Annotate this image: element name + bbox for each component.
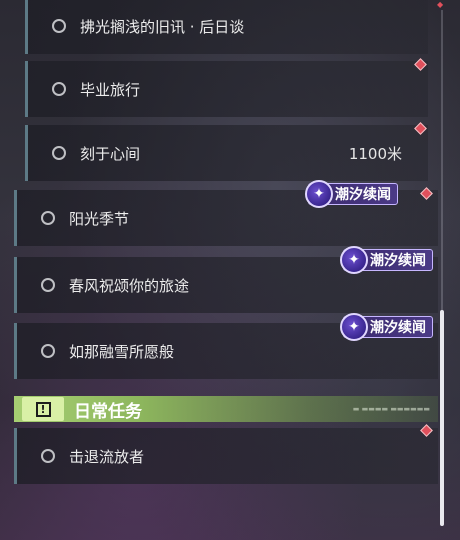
quest-label: 如那融雪所愿般 xyxy=(69,342,175,361)
quest-label: 拂光搁浅的旧讯 · 后日谈 xyxy=(80,17,245,36)
section-tail-text: ▬ ▬▬▬▬ ▬▬▬▬▬▬ xyxy=(352,405,430,413)
quest-item[interactable]: 击退流放者 xyxy=(14,428,438,484)
quest-status-circle-icon xyxy=(41,278,55,292)
exclamation-icon: ! xyxy=(22,397,64,421)
scrollbar-thumb[interactable] xyxy=(440,310,444,526)
section-title: 日常任务 xyxy=(74,401,142,422)
quest-list-panel: 拂光搁浅的旧讯 · 后日谈 毕业旅行 刻于心间 1100米 阳光季节 ✦ 潮汐续… xyxy=(0,0,440,540)
quest-status-circle-icon xyxy=(52,146,66,160)
quest-status-circle-icon xyxy=(41,211,55,225)
quest-label: 刻于心间 xyxy=(80,144,141,163)
tide-star-icon: ✦ xyxy=(305,180,333,208)
quest-status-circle-icon xyxy=(52,19,66,33)
tide-badge: ✦ 潮汐续闻 xyxy=(340,246,433,274)
quest-item[interactable]: 刻于心间 1100米 xyxy=(25,125,428,181)
daily-tasks-header[interactable]: ! 日常任务 ▬ ▬▬▬▬ ▬▬▬▬▬▬ xyxy=(14,396,438,422)
quest-label: 阳光季节 xyxy=(69,209,130,228)
tide-badge: ✦ 潮汐续闻 xyxy=(305,180,398,208)
quest-item[interactable]: 拂光搁浅的旧讯 · 后日谈 xyxy=(25,0,428,54)
tide-badge: ✦ 潮汐续闻 xyxy=(340,313,433,341)
badge-label: 潮汐续闻 xyxy=(370,320,426,336)
quest-status-circle-icon xyxy=(41,344,55,358)
badge-label: 潮汐续闻 xyxy=(335,187,391,203)
quest-status-circle-icon xyxy=(41,449,55,463)
quest-label: 毕业旅行 xyxy=(80,80,141,99)
quest-distance: 1100米 xyxy=(348,144,402,163)
quest-item[interactable]: 毕业旅行 xyxy=(25,61,428,117)
tide-star-icon: ✦ xyxy=(340,313,368,341)
quest-status-circle-icon xyxy=(52,82,66,96)
quest-label: 击退流放者 xyxy=(69,447,145,466)
scroll-top-marker-icon: ◆ xyxy=(437,0,444,9)
badge-label: 潮汐续闻 xyxy=(370,253,426,269)
tide-star-icon: ✦ xyxy=(340,246,368,274)
quest-label: 春风祝颂你的旅途 xyxy=(69,276,190,295)
